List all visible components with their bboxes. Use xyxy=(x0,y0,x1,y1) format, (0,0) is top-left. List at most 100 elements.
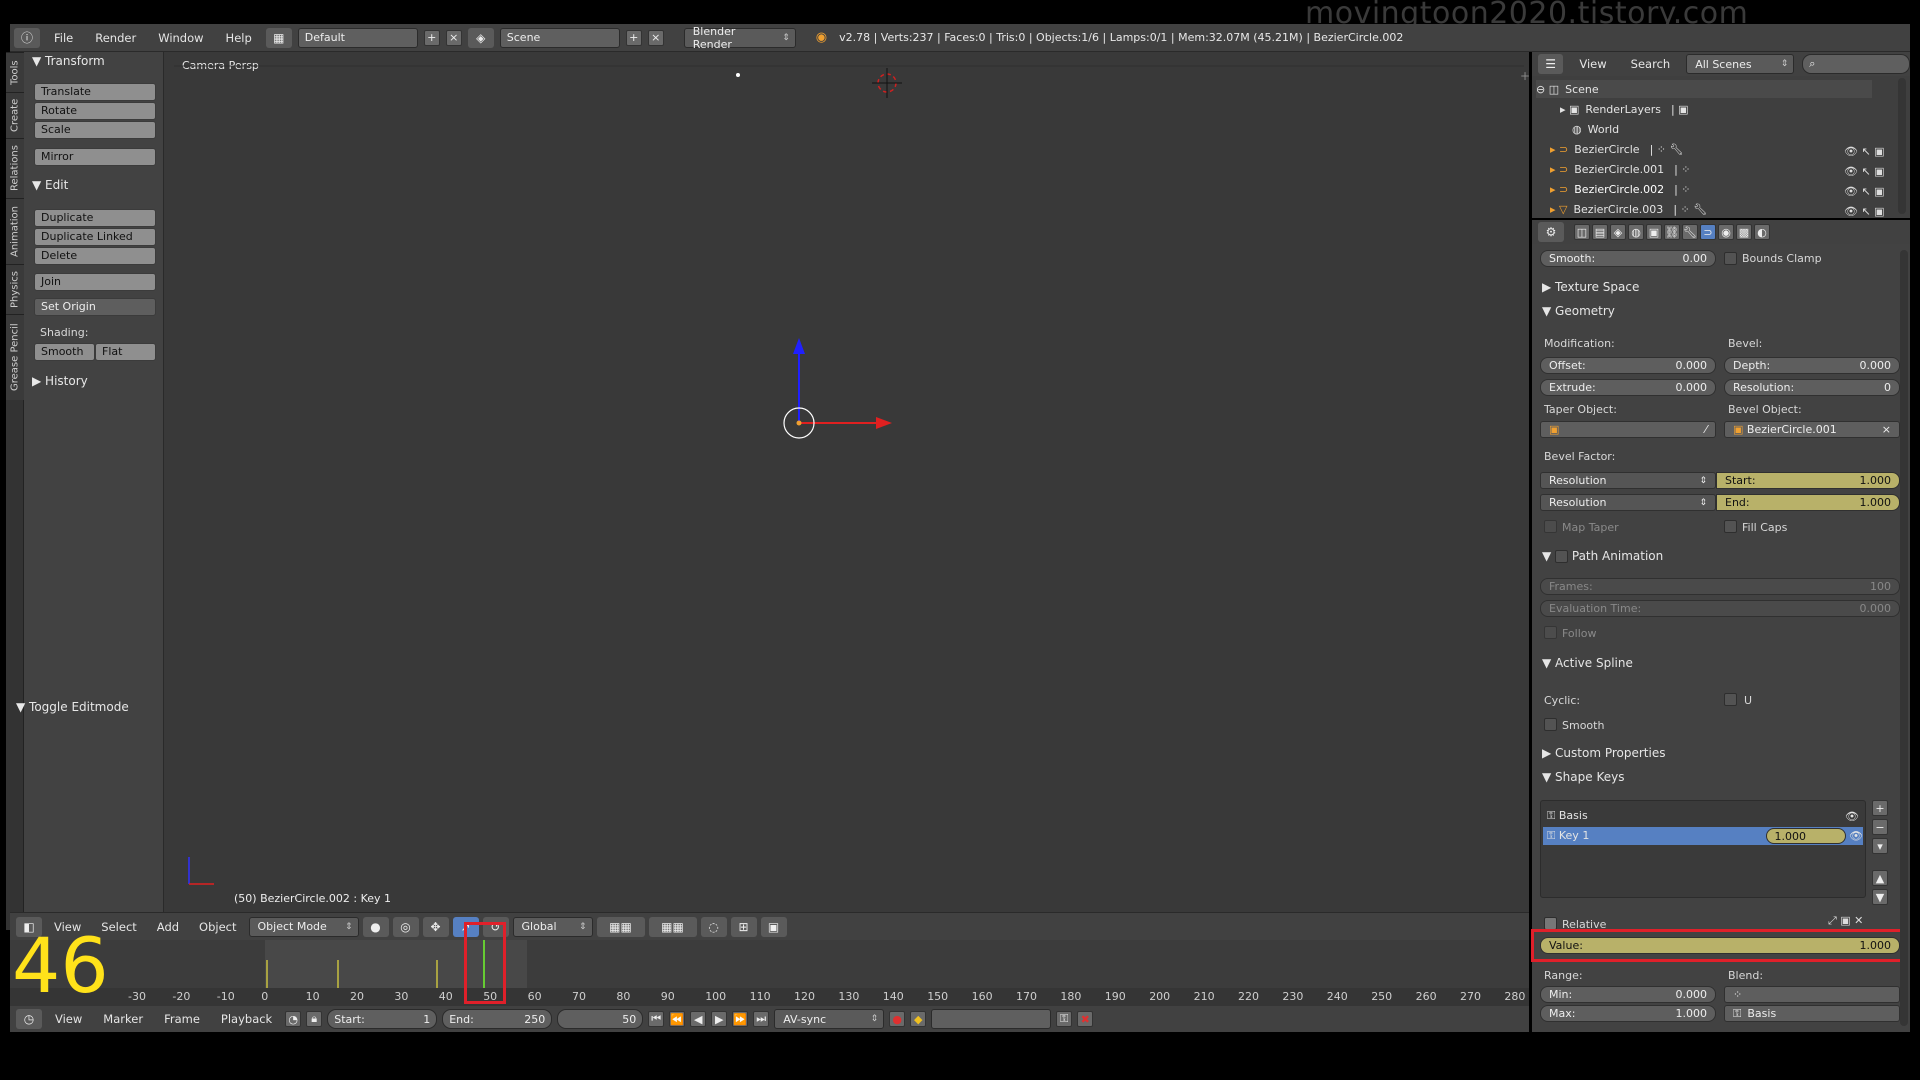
shading-mode-icon[interactable]: ● xyxy=(362,916,389,937)
outliner-item-scene[interactable]: ⊖ ◫ Scene xyxy=(1536,80,1872,98)
orientation-dropdown[interactable]: Global xyxy=(512,916,593,937)
delete-button[interactable]: Delete xyxy=(34,247,156,265)
vp-menu-add[interactable]: Add xyxy=(149,920,187,934)
evaluation-time-field[interactable]: Evaluation Time: 0.000 xyxy=(1540,600,1900,617)
menu-render[interactable]: Render xyxy=(87,31,144,45)
extrude-field[interactable]: Extrude: 0.000 xyxy=(1540,379,1716,396)
min-field[interactable]: Min: 0.000 xyxy=(1540,986,1716,1003)
layout-field[interactable]: Default xyxy=(297,27,418,48)
delete-keyframe-icon[interactable]: ✖ xyxy=(1077,1011,1094,1027)
move-up-icon[interactable]: ▲ xyxy=(1872,870,1888,886)
tab-physics[interactable]: Physics xyxy=(6,264,24,314)
layout-icon[interactable]: ▦ xyxy=(265,27,292,48)
bevel-factor-mapping-end[interactable]: Resolution ⇕ xyxy=(1540,494,1716,511)
move-down-icon[interactable]: ▼ xyxy=(1872,889,1888,905)
smooth-field[interactable]: Smooth: 0.00 xyxy=(1540,250,1716,267)
properties-editor-icon[interactable]: ⚙ xyxy=(1538,222,1564,242)
remove-shape-key-icon[interactable]: − xyxy=(1872,819,1888,835)
constraints-tab-icon[interactable]: ⛓ xyxy=(1664,224,1680,240)
menu-help[interactable]: Help xyxy=(218,31,260,45)
tab-grease-pencil[interactable]: Grease Pencil xyxy=(6,314,24,400)
rotate-button[interactable]: Rotate xyxy=(34,102,156,120)
outliner-menu-view[interactable]: View xyxy=(1571,57,1614,71)
play-icon[interactable]: ▶ xyxy=(711,1011,728,1027)
custom-properties-header[interactable]: ▶ Custom Properties xyxy=(1542,746,1665,760)
key1-value-field[interactable]: 1.000 xyxy=(1765,828,1846,844)
duplicate-button[interactable]: Duplicate xyxy=(34,209,156,227)
outliner-scrollbar[interactable] xyxy=(1898,78,1906,214)
lock-icon[interactable]: 🔒︎ xyxy=(306,1011,323,1027)
fill-caps-checkbox[interactable] xyxy=(1724,520,1737,533)
timeline-editor-icon[interactable]: ◷ xyxy=(16,1009,42,1029)
offset-field[interactable]: Offset: 0.000 xyxy=(1540,357,1716,374)
sync-dropdown[interactable]: AV-sync xyxy=(774,1009,885,1029)
outliner-editor-icon[interactable]: ☰ xyxy=(1538,54,1564,74)
manipulator-icon[interactable]: ✥ xyxy=(422,916,449,937)
preview-range-icon[interactable]: ◔ xyxy=(285,1011,302,1027)
next-keyframe-icon[interactable]: ⏩ xyxy=(732,1011,749,1027)
menu-file[interactable]: File xyxy=(46,31,81,45)
layers-tab-icon[interactable]: ▤ xyxy=(1592,224,1608,240)
record-icon[interactable]: ● xyxy=(889,1011,906,1027)
timeline[interactable]: -30 -20 -10 0 10 20 30 40 50 60 70 80 90 100 110 120 130… xyxy=(10,922,1529,1006)
add-shape-key-icon[interactable]: + xyxy=(1872,800,1888,816)
scene-field[interactable]: Scene xyxy=(499,27,620,48)
tab-tools[interactable]: Tools xyxy=(6,52,24,92)
tab-create[interactable]: Create xyxy=(6,92,24,138)
shape-keys-header[interactable]: ▼ Shape Keys xyxy=(1542,770,1624,784)
insert-keyframe-icon[interactable]: ⚿ xyxy=(1056,1011,1073,1027)
scene-tab-icon[interactable]: ◈ xyxy=(1610,224,1626,240)
mirror-button[interactable]: Mirror xyxy=(34,148,156,166)
edit-panel-header[interactable]: ▼ Edit xyxy=(32,178,68,192)
shape-key-specials-icon[interactable]: ▾ xyxy=(1872,838,1888,854)
outliner-filter-dropdown[interactable]: All Scenes xyxy=(1686,54,1795,74)
add-layout-icon[interactable]: + xyxy=(423,29,440,46)
cyclic-u-checkbox[interactable] xyxy=(1724,693,1737,706)
flat-shading-button[interactable]: Flat xyxy=(95,343,156,361)
depth-field[interactable]: Depth: 0.000 xyxy=(1724,357,1900,374)
proportional-edit-icon[interactable]: ◌ xyxy=(700,916,727,937)
start-frame-field[interactable]: Start: 1 xyxy=(327,1009,438,1029)
relative-key-field[interactable]: ⚿ Basis xyxy=(1724,1005,1900,1022)
bounds-clamp-checkbox[interactable] xyxy=(1724,252,1737,265)
smooth-shading-button[interactable]: Smooth xyxy=(34,343,95,361)
map-taper-checkbox[interactable] xyxy=(1544,520,1557,533)
translate-button[interactable]: Translate xyxy=(34,83,156,101)
tl-menu-view[interactable]: View xyxy=(47,1012,90,1026)
geometry-header[interactable]: ▼ Geometry xyxy=(1542,304,1615,318)
join-button[interactable]: Join xyxy=(34,273,156,291)
tl-menu-marker[interactable]: Marker xyxy=(95,1012,151,1026)
shape-key-tools-icons[interactable]: ⤢ ▣ ✕ xyxy=(1828,914,1863,928)
tl-menu-playback[interactable]: Playback xyxy=(213,1012,280,1026)
smooth-spline-checkbox[interactable] xyxy=(1544,718,1557,731)
texture-space-header[interactable]: ▶ Texture Space xyxy=(1542,280,1639,294)
render-preview-icon[interactable]: ▣ xyxy=(760,916,787,937)
3d-viewport[interactable]: Camera Persp + (50) BezierCircle.002: K… xyxy=(164,52,1529,912)
visibility-icons[interactable]: 👁︎ ↖ ▣ 👁︎ ↖ ▣ 👁︎ ↖ ▣ 👁︎ ↖ ▣ xyxy=(1844,142,1894,222)
jump-end-icon[interactable]: ⏭ xyxy=(753,1011,770,1027)
remove-layout-icon[interactable]: × xyxy=(445,29,462,46)
bevel-end-field[interactable]: End: 1.000 xyxy=(1716,494,1900,511)
blend-vgroup-field[interactable]: ⁘ xyxy=(1724,986,1900,1003)
follow-checkbox[interactable] xyxy=(1544,626,1557,639)
path-animation-header[interactable]: ▼ Path Animation xyxy=(1542,549,1663,563)
bevel-object-field[interactable]: ▣ BezierCircle.001 × xyxy=(1724,421,1900,438)
prev-keyframe-icon[interactable]: ⏪ xyxy=(669,1011,686,1027)
shape-key-basis[interactable]: ⚿ Basis 👁︎ xyxy=(1547,807,1859,825)
taper-object-field[interactable]: ▣ ⁄ xyxy=(1540,421,1716,438)
outliner-search-input[interactable]: ⌕ xyxy=(1802,54,1910,74)
max-field[interactable]: Max: 1.000 xyxy=(1540,1005,1716,1022)
duplicate-linked-button[interactable]: Duplicate Linked xyxy=(34,228,156,246)
current-frame-field[interactable]: 50 xyxy=(557,1009,644,1029)
add-scene-icon[interactable]: + xyxy=(625,29,642,46)
object-tab-icon[interactable]: ▣ xyxy=(1646,224,1662,240)
scale-button[interactable]: Scale xyxy=(34,121,156,139)
remove-scene-icon[interactable]: × xyxy=(647,29,664,46)
modifiers-tab-icon[interactable]: 🔧︎ xyxy=(1682,224,1698,240)
render-engine-dropdown[interactable]: Blender Render xyxy=(683,25,796,51)
play-reverse-icon[interactable]: ◀ xyxy=(690,1011,707,1027)
frames-field[interactable]: Frames: 100 xyxy=(1540,578,1900,595)
mode-dropdown[interactable]: Object Mode xyxy=(248,916,359,937)
properties-scrollbar[interactable] xyxy=(1900,250,1908,1026)
bevel-factor-mapping-start[interactable]: Resolution ⇕ xyxy=(1540,472,1716,489)
